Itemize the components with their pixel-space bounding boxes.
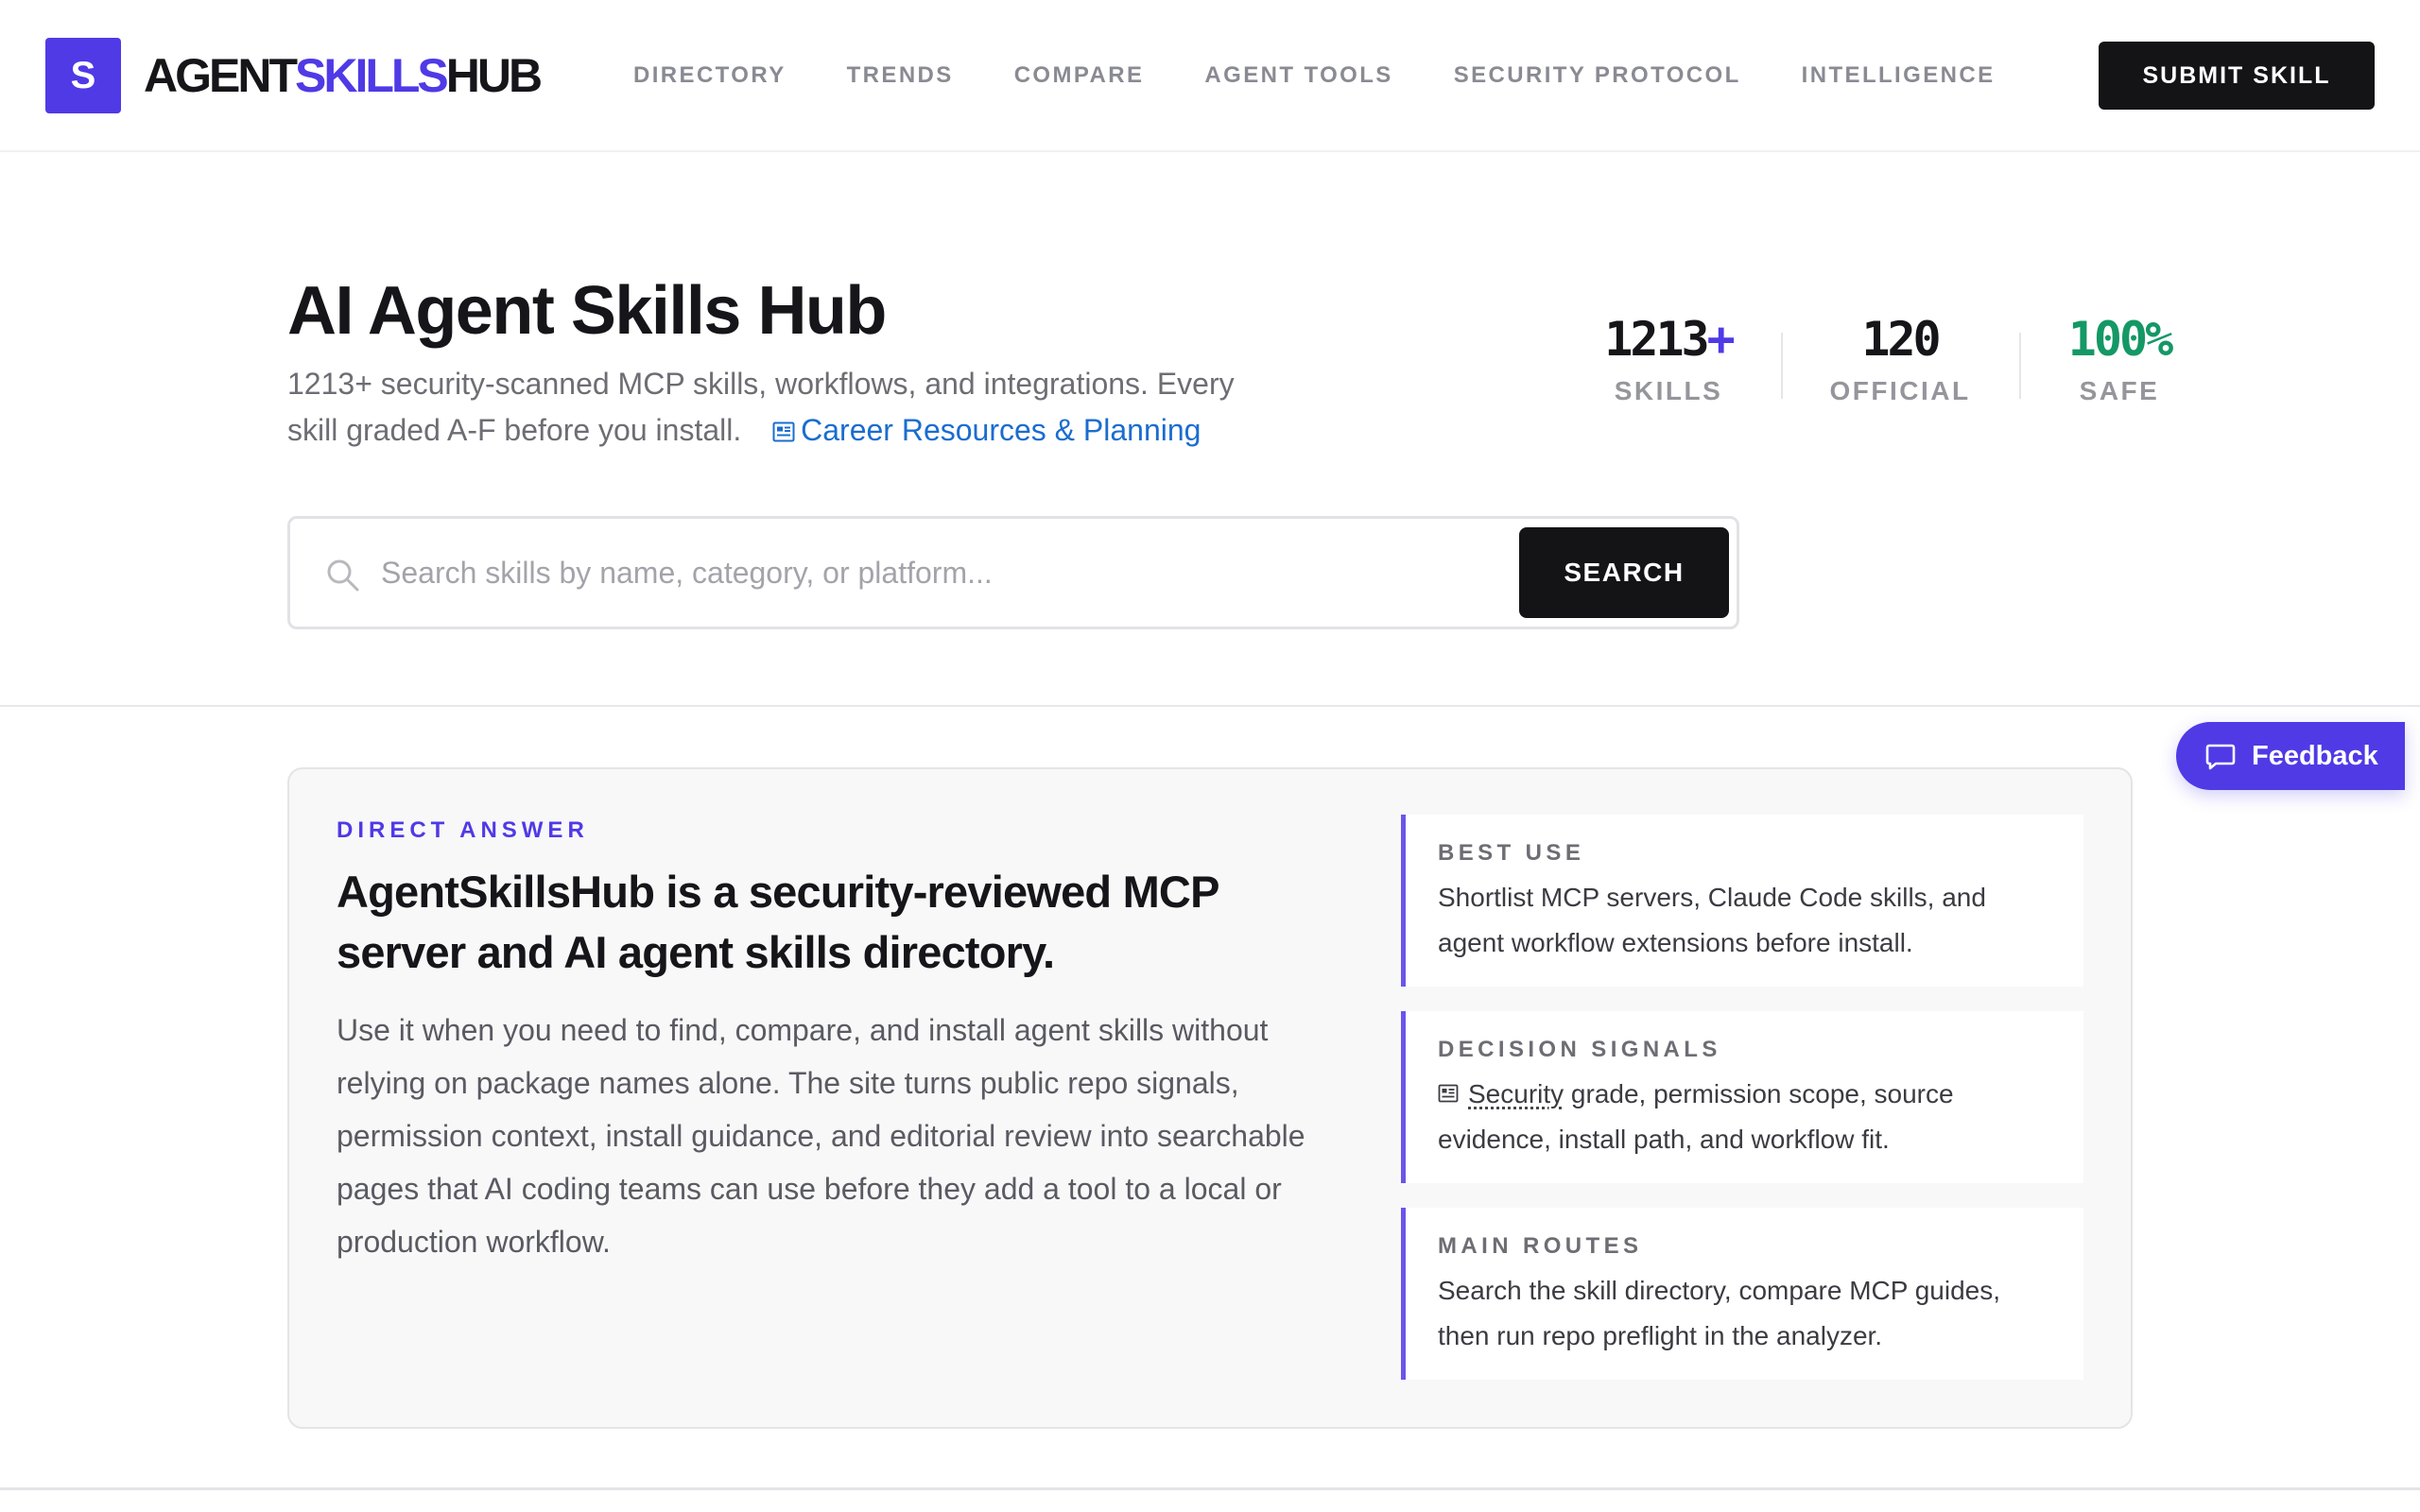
page-title: AI Agent Skills Hub [287,273,887,349]
stat-skills-value: 1213+ [1569,308,1768,370]
search-bar: SEARCH [287,516,1739,629]
nav-security-protocol[interactable]: SECURITY PROTOCOL [1454,62,1741,89]
stat-official-label: OFFICIAL [1829,376,1971,405]
side-best-use-label: BEST USE [1438,840,1585,866]
stat-divider [1781,333,1783,399]
stat-skills-number: 1213 [1604,312,1709,367]
hero-description: 1213+ security-scanned MCP skills, workf… [287,361,1289,454]
nav-directory[interactable]: DIRECTORY [633,62,786,89]
side-best-use: BEST USE Shortlist MCP servers, Claude C… [1401,815,2083,987]
side-best-use-text: Shortlist MCP servers, Claude Code skill… [1438,883,1986,957]
stat-official-value: 120 [1861,312,1941,367]
stat-divider [2019,333,2021,399]
newspaper-icon [1438,1084,1459,1103]
logo-icon[interactable]: S [45,38,121,113]
site-header: S AGENTSKILLSHUB DIRECTORY TRENDS COMPAR… [0,0,2420,152]
submit-skill-button[interactable]: SUBMIT SKILL [2099,42,2375,110]
feedback-label: Feedback [2252,740,2378,771]
security-link[interactable]: Security [1468,1079,1564,1108]
card-body: Use it when you need to find, compare, a… [337,1013,1305,1259]
brand-part-skills: SKILLS [295,49,449,102]
stat-safe-label: SAFE [2079,376,2160,405]
brand-part-agent: AGENT [144,49,298,102]
newspaper-icon [772,421,795,442]
card-eyebrow: DIRECT ANSWER [337,817,589,843]
stat-skills-suffix: + [1706,312,1736,367]
stat-skills-label: SKILLS [1614,376,1723,405]
side-decision-signals-label: DECISION SIGNALS [1438,1037,1721,1062]
direct-answer-card: DIRECT ANSWER AgentSkillsHub is a securi… [287,767,2133,1429]
nav-agent-tools[interactable]: AGENT TOOLS [1204,62,1392,89]
brand-name[interactable]: AGENTSKILLSHUB [144,49,543,102]
section-divider [0,1487,2420,1490]
side-main-routes: MAIN ROUTES Search the skill directory, … [1401,1208,2083,1380]
nav-intelligence[interactable]: INTELLIGENCE [1802,62,1996,89]
search-button[interactable]: SEARCH [1519,527,1729,618]
stat-safe: 100% SAFE [2053,308,2186,410]
side-decision-signals: DECISION SIGNALS Security grade, permiss… [1401,1011,2083,1183]
search-icon [327,559,359,592]
side-decision-signals-text: Security grade, permission scope, source… [1438,1072,2043,1162]
search-input[interactable] [381,541,1402,604]
side-main-routes-label: MAIN ROUTES [1438,1233,1643,1259]
career-resources-link[interactable]: Career Resources & Planning [801,413,1201,447]
side-main-routes-text: Search the skill directory, compare MCP … [1438,1276,2000,1350]
brand-part-hub: HUB [445,49,543,102]
nav-compare[interactable]: COMPARE [1014,62,1145,89]
nav-trends[interactable]: TRENDS [847,62,954,89]
main-nav: DIRECTORY TRENDS COMPARE AGENT TOOLS SEC… [633,62,2055,89]
feedback-button[interactable]: Feedback [2176,722,2405,790]
card-heading: AgentSkillsHub is a security-reviewed MC… [337,867,1219,977]
stat-safe-value: 100% [2067,312,2173,367]
stat-skills: 1213+ SKILLS [1569,308,1768,410]
section-divider [0,705,2420,707]
chat-bubble-icon [2205,744,2236,770]
stats-panel: 1213+ SKILLS 120 OFFICIAL 100% SAFE [1569,308,2186,410]
stat-official: 120 OFFICIAL [1815,308,1985,410]
